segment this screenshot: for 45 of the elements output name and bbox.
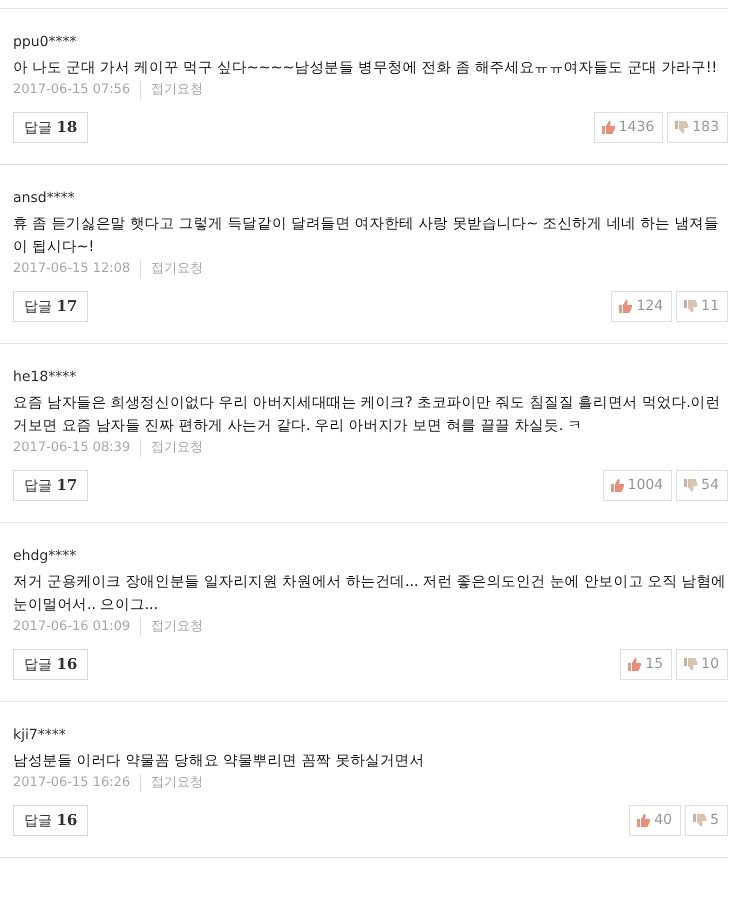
comment-date: 2017-06-15 08:39 <box>13 439 130 457</box>
username: he18**** <box>13 368 78 386</box>
username: ehdg**** <box>13 547 78 565</box>
reply-button[interactable]: 답글 16 <box>13 805 88 836</box>
dislike-button[interactable]: 5 <box>685 805 728 836</box>
reply-button[interactable]: 답글 18 <box>13 112 88 143</box>
report-link[interactable]: 접기요청 <box>140 81 204 99</box>
thumbs-down-icon <box>683 657 698 672</box>
reply-button[interactable]: 답글 17 <box>13 470 88 501</box>
dislike-button[interactable]: 10 <box>676 649 728 680</box>
reply-button[interactable]: 답글 16 <box>13 649 88 680</box>
like-button[interactable]: 124 <box>611 291 672 322</box>
like-button[interactable]: 15 <box>620 649 672 680</box>
thumbs-up-icon <box>610 478 625 493</box>
like-button[interactable]: 1436 <box>594 112 664 143</box>
thumbs-down-icon <box>683 478 698 493</box>
username: ppu0**** <box>13 33 78 51</box>
thumbs-down-icon <box>674 120 690 135</box>
dislike-button[interactable]: 183 <box>667 112 728 143</box>
username: kji7**** <box>13 726 67 744</box>
dislike-button[interactable]: 54 <box>676 470 728 501</box>
report-link[interactable]: 접기요청 <box>140 774 204 792</box>
comment-date: 2017-06-15 07:56 <box>13 81 130 99</box>
like-button[interactable]: 40 <box>629 805 682 836</box>
comment-date: 2017-06-15 12:08 <box>13 260 130 278</box>
dislike-button[interactable]: 11 <box>676 291 728 322</box>
thumbs-up-icon <box>618 299 634 314</box>
comment-text: 아 나도 군대 가서 케이꾸 먹구 싶다~~~~남성분들 병무청에 전화 좀 해주세요ㅠㅠ여자들도 군대 가라구!! <box>13 59 718 78</box>
thumbs-up-icon <box>600 120 616 135</box>
report-link[interactable]: 접기요청 <box>140 618 204 636</box>
comment-text: 휴 좀 듣기싫은말 햇다고 그렇게 득달같이 달려들면 여자한테 사랑 못받습니다~ 조신하게 네네 하는 냄져들이 됩시다~! <box>13 215 720 257</box>
thumbs-up-icon <box>627 657 642 672</box>
thumbs-up-icon <box>636 813 652 828</box>
reply-button[interactable]: 답글 17 <box>13 291 88 322</box>
comment-text: 저거 군용케이크 장애인분들 일자리지원 차원에서 하는건데... 저런 좋은의도인건 눈에 안보이고 오직 남혐에 눈이멀어서.. 으이그... <box>13 573 727 615</box>
comment-text: 요즘 남자들은 희생정신이없다 우리 아버지세대때는 케이크? 초코파이만 줘도 침질질 흘리면서 먹었다.이런거보면 요즘 남자들 진짜 편하게 사는거 같다. 우리 아버지가 보면 혀를 끌끌 차실듯. ㅋ <box>13 394 722 436</box>
thumbs-down-icon <box>692 813 708 828</box>
report-link[interactable]: 접기요청 <box>140 260 204 278</box>
thumbs-down-icon <box>683 299 698 314</box>
comment-text: 남성분들 이러다 약물꼼 당해요 약물뿌리면 꼼짝 못하실거면서 <box>13 752 426 771</box>
comment-date: 2017-06-15 16:26 <box>13 774 130 792</box>
report-link[interactable]: 접기요청 <box>140 439 204 457</box>
like-button[interactable]: 1004 <box>602 470 672 501</box>
username: ansd**** <box>13 189 76 207</box>
comment-date: 2017-06-16 01:09 <box>13 618 130 636</box>
